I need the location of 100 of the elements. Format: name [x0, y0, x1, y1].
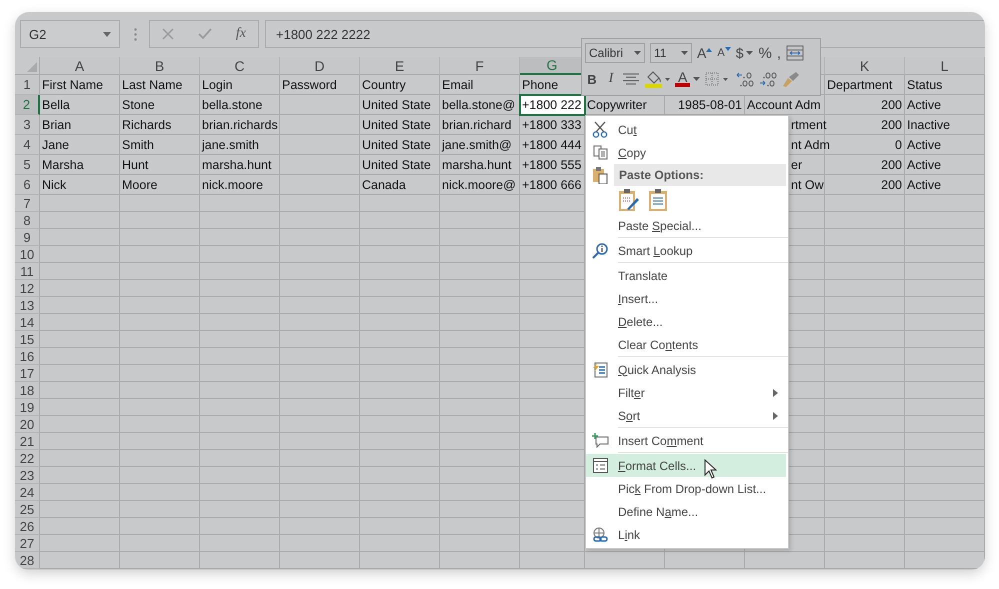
- column-header[interactable]: F: [440, 57, 520, 75]
- menu-item[interactable]: Insert...: [586, 287, 786, 310]
- font-size-select[interactable]: 11: [650, 43, 692, 63]
- comment-icon: [592, 433, 608, 448]
- check-icon[interactable]: [198, 28, 212, 40]
- table-cell: marsha.hunt: [200, 155, 280, 175]
- bold-button[interactable]: B: [585, 72, 599, 86]
- row-header[interactable]: 1: [15, 75, 40, 95]
- wrap-text-icon[interactable]: [786, 45, 804, 61]
- column-title: Status: [905, 75, 985, 95]
- triangle-icon: [27, 62, 37, 72]
- table-cell: Stone: [120, 95, 200, 115]
- menu-item[interactable]: Insert Comment: [586, 429, 786, 452]
- font-name-select[interactable]: Calibri: [585, 43, 645, 63]
- menu-item[interactable]: Clear Contents: [586, 333, 786, 356]
- row-header[interactable]: 9: [15, 229, 40, 246]
- menu-item[interactable]: Delete...: [586, 310, 786, 333]
- menu-item[interactable]: Smart Lookup: [586, 239, 786, 262]
- caret-icon: [103, 32, 111, 36]
- column-title: Email: [440, 75, 520, 95]
- column-header[interactable]: B: [120, 57, 200, 75]
- column-header[interactable]: A: [40, 57, 120, 75]
- row-header[interactable]: 28: [15, 552, 40, 569]
- currency-button[interactable]: $: [736, 46, 754, 60]
- decrease-decimal-icon[interactable]: [759, 71, 778, 87]
- menu-item[interactable]: Link: [586, 523, 786, 546]
- row-header[interactable]: 8: [15, 212, 40, 229]
- menu-item[interactable]: Define Name...: [586, 500, 786, 523]
- row-header[interactable]: 21: [15, 433, 40, 450]
- table-cell: Active: [905, 95, 985, 115]
- table-cell: United State: [360, 95, 440, 115]
- row-header[interactable]: 3: [15, 115, 40, 135]
- format-button[interactable]: %: [758, 46, 772, 60]
- menu-item[interactable]: Filter: [586, 381, 786, 404]
- table-cell: Richards: [120, 115, 200, 135]
- menu-item[interactable]: Sort: [586, 404, 786, 427]
- row-header[interactable]: 23: [15, 467, 40, 484]
- insert-function-button[interactable]: fx: [236, 26, 246, 42]
- column-title: Last Name: [120, 75, 200, 95]
- menu-item[interactable]: Pick From Drop-down List...: [586, 477, 786, 500]
- row-header[interactable]: 20: [15, 416, 40, 433]
- row-header[interactable]: 6: [15, 175, 40, 195]
- row-header[interactable]: 10: [15, 246, 40, 263]
- font-color-button[interactable]: A: [675, 71, 700, 87]
- paste-formatting-icon[interactable]: [618, 188, 640, 212]
- menu-item[interactable]: Quick Analysis: [586, 358, 786, 381]
- row-header[interactable]: 17: [15, 365, 40, 382]
- shrink-font-button[interactable]: A: [717, 47, 731, 59]
- format-button[interactable]: ,: [776, 46, 781, 60]
- column-header[interactable]: K: [825, 57, 905, 75]
- column-header[interactable]: C: [200, 57, 280, 75]
- column-header[interactable]: L: [905, 57, 985, 75]
- format-cells-icon: [592, 458, 608, 473]
- caret-icon: [681, 51, 688, 55]
- column-title: Country: [360, 75, 440, 95]
- paste-icon[interactable]: [648, 188, 668, 212]
- table-cell: nick.moore: [200, 175, 280, 195]
- row-header[interactable]: 14: [15, 314, 40, 331]
- column-title: Password: [280, 75, 360, 95]
- name-box[interactable]: G2: [20, 20, 120, 48]
- copy-icon: [592, 145, 608, 160]
- row-header[interactable]: 16: [15, 348, 40, 365]
- menu-item[interactable]: Format Cells...: [586, 454, 786, 477]
- row-header[interactable]: 13: [15, 297, 40, 314]
- fill-color-icon[interactable]: [644, 70, 670, 88]
- table-cell: United State: [360, 135, 440, 155]
- increase-decimal-icon[interactable]: [736, 71, 754, 87]
- row-header[interactable]: 19: [15, 399, 40, 416]
- row-header[interactable]: 18: [15, 382, 40, 399]
- more-icon[interactable]: [134, 28, 137, 41]
- row-header[interactable]: 7: [15, 195, 40, 212]
- row-header[interactable]: 5: [15, 155, 40, 175]
- menu-item[interactable]: Translate: [586, 264, 786, 287]
- table-cell: jane.smith@: [440, 135, 520, 155]
- row-header[interactable]: 11: [15, 263, 40, 280]
- row-header[interactable]: 26: [15, 518, 40, 535]
- table-cell: Marsha: [40, 155, 120, 175]
- table-cell: Moore: [120, 175, 200, 195]
- clipboard-icon: [592, 166, 608, 184]
- row-header[interactable]: 22: [15, 450, 40, 467]
- center-align-icon[interactable]: [623, 73, 639, 85]
- column-header[interactable]: D: [280, 57, 360, 75]
- row-header[interactable]: 12: [15, 280, 40, 297]
- table-cell: 200: [825, 175, 905, 195]
- table-cell: Canada: [360, 175, 440, 195]
- grow-font-button[interactable]: A: [697, 46, 712, 60]
- table-cell: Active: [905, 135, 985, 155]
- row-header[interactable]: 2: [15, 95, 40, 115]
- caret-icon: [634, 51, 641, 55]
- row-header[interactable]: 15: [15, 331, 40, 348]
- italic-button[interactable]: I: [604, 72, 618, 86]
- row-header[interactable]: 24: [15, 484, 40, 501]
- column-header[interactable]: E: [360, 57, 440, 75]
- table-cell: Jane: [40, 135, 120, 155]
- row-header[interactable]: 4: [15, 135, 40, 155]
- row-header[interactable]: 25: [15, 501, 40, 518]
- brush-icon[interactable]: [782, 71, 800, 87]
- link-icon: [592, 526, 608, 542]
- menu-item[interactable]: Paste Special...: [586, 214, 786, 237]
- row-header[interactable]: 27: [15, 535, 40, 552]
